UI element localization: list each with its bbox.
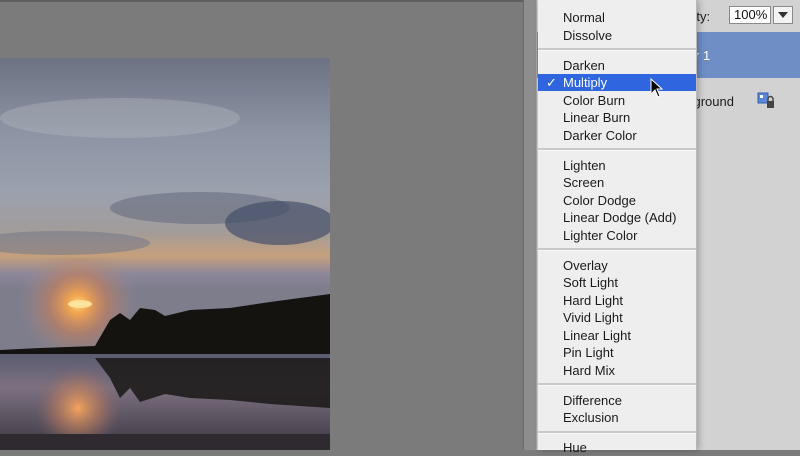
menu-item-label: Pin Light	[563, 345, 614, 360]
menu-item-pin-light[interactable]: Pin Light	[538, 344, 696, 361]
arrow-cursor-icon	[650, 78, 664, 98]
menu-item-label: Dissolve	[563, 27, 613, 43]
menu-item-label: Lighten	[563, 157, 606, 173]
menu-item-label: Linear Light	[563, 327, 631, 343]
menu-item-normal[interactable]: Normal	[538, 9, 696, 26]
menu-item-label: Screen	[563, 175, 605, 190]
menu-item-difference[interactable]: Difference	[538, 392, 696, 409]
menu-item-linear-light[interactable]: Linear Light	[538, 327, 696, 344]
checkmark-icon: ✓	[546, 75, 557, 90]
menu-item-color-dodge[interactable]: Color Dodge	[538, 192, 696, 209]
menu-item-label: Multiply	[563, 75, 608, 90]
menu-item-overlay[interactable]: Overlay	[538, 257, 696, 274]
opacity-field[interactable]: 100%	[729, 6, 771, 24]
menu-item-label: Darker Color	[563, 127, 637, 143]
menu-separator	[538, 383, 696, 386]
menu-item-vivid-light[interactable]: Vivid Light	[538, 309, 696, 326]
menu-item-dissolve[interactable]: Dissolve	[538, 27, 696, 44]
menu-item-linear-dodge-add[interactable]: Linear Dodge (Add)	[538, 209, 696, 226]
menu-item-color-burn[interactable]: Color Burn	[538, 92, 696, 109]
menu-item-lighter-color[interactable]: Lighter Color	[538, 227, 696, 244]
menu-item-label: Overlay	[563, 257, 608, 273]
menu-item-label: Color Burn	[563, 92, 626, 108]
menu-item-hue[interactable]: Hue	[538, 439, 696, 456]
layer-name: r 1	[695, 48, 711, 63]
menu-item-label: Darken	[563, 57, 605, 73]
menu-item-label: Vivid Light	[563, 310, 623, 325]
menu-item-label: Linear Burn	[563, 110, 631, 125]
menu-separator	[538, 48, 696, 51]
document-canvas[interactable]	[0, 0, 523, 450]
menu-separator	[538, 248, 696, 251]
menu-item-darker-color[interactable]: Darker Color	[538, 127, 696, 144]
menu-item-label: Lighter Color	[563, 227, 638, 243]
menu-item-label: Hue	[563, 440, 587, 455]
menu-item-exclusion[interactable]: Exclusion	[538, 409, 696, 426]
menu-item-label: Normal	[563, 10, 605, 25]
menu-separator	[538, 430, 696, 434]
lock-icon[interactable]	[757, 92, 775, 110]
menu-item-label: Soft Light	[563, 275, 618, 290]
menu-item-linear-burn[interactable]: Linear Burn	[538, 109, 696, 126]
canvas-top-edge	[0, 0, 523, 2]
panel-divider[interactable]	[523, 0, 537, 450]
menu-item-label: Color Dodge	[563, 192, 636, 208]
blend-mode-menu: Normal Dissolve Darken Multiply ✓ Color Burn L…	[538, 0, 697, 455]
menu-separator	[538, 148, 696, 151]
menu-item-label: Linear Dodge (Add)	[563, 210, 677, 225]
menu-item-label: Hard Mix	[563, 362, 616, 378]
sunset-photo	[0, 58, 330, 450]
triangle-down-icon[interactable]	[773, 6, 793, 24]
menu-item-multiply[interactable]: Multiply ✓	[538, 74, 696, 91]
menu-item-label: Exclusion	[563, 410, 619, 425]
menu-item-label: Difference	[563, 392, 623, 408]
menu-item-hard-light[interactable]: Hard Light	[538, 292, 696, 309]
menu-item-label: Hard Light	[563, 292, 623, 308]
menu-item-darken[interactable]: Darken	[538, 57, 696, 74]
menu-item-lighten[interactable]: Lighten	[538, 157, 696, 174]
menu-item-screen[interactable]: Screen	[538, 174, 696, 191]
menu-item-hard-mix[interactable]: Hard Mix	[538, 362, 696, 379]
menu-item-soft-light[interactable]: Soft Light	[538, 274, 696, 291]
